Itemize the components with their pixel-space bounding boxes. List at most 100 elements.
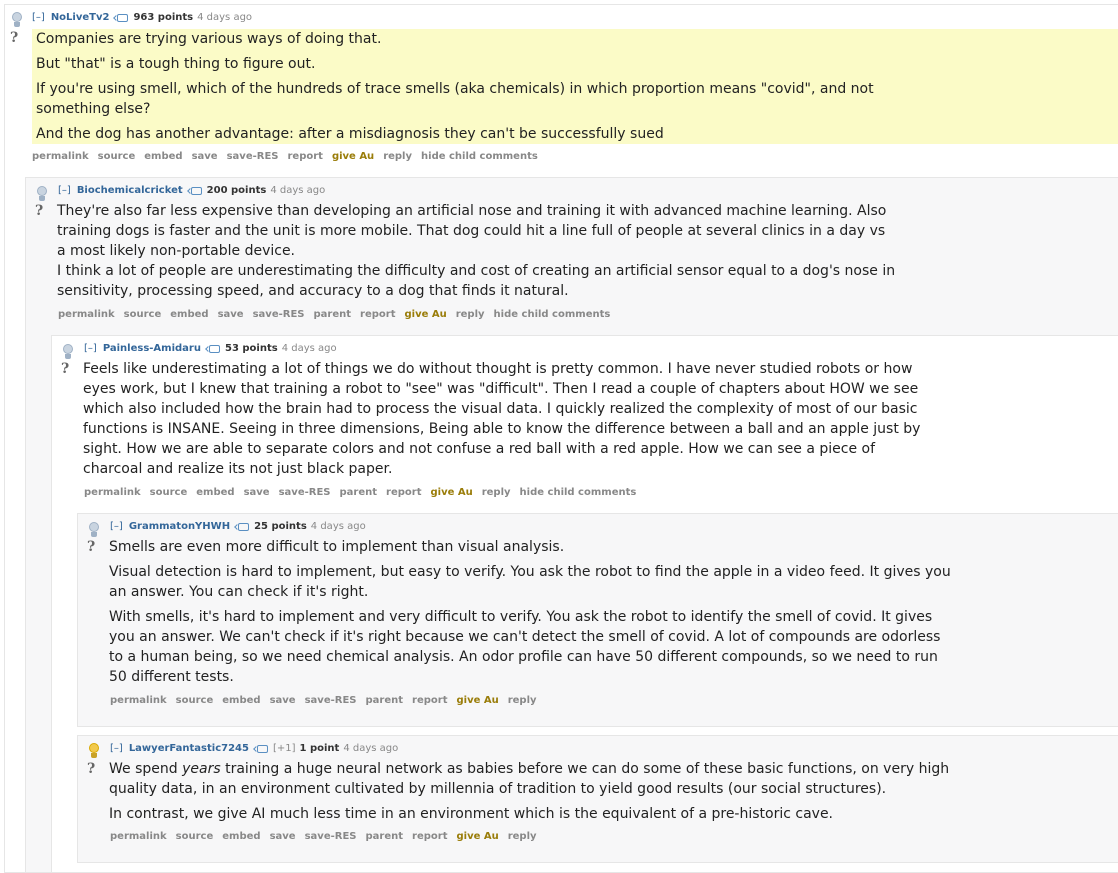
user-tag-icon[interactable]	[117, 13, 129, 22]
comment-score: 53 points	[224, 343, 278, 354]
collapse-toggle[interactable]: [–]	[58, 185, 71, 196]
parent-button[interactable]: parent	[365, 831, 403, 842]
save-res-button[interactable]: save-RES	[253, 309, 305, 320]
comment-buttons: permalink source embed save save-RES par…	[84, 487, 636, 498]
question-mark-icon[interactable]: ?	[10, 31, 18, 45]
comment-paragraph: Visual detection is hard to implement, b…	[109, 564, 951, 600]
user-tag-icon[interactable]	[256, 744, 268, 753]
comment-body: We spend years training a huge neural ne…	[109, 759, 954, 829]
embed-button[interactable]: embed	[222, 695, 260, 706]
comment-paragraph: Smells are even more difficult to implem…	[109, 539, 565, 555]
save-button[interactable]: save	[218, 309, 244, 320]
permalink-button[interactable]: permalink	[110, 695, 167, 706]
save-res-button[interactable]: save-RES	[305, 831, 357, 842]
user-tag-icon[interactable]	[238, 522, 250, 531]
user-tag-icon[interactable]	[208, 344, 220, 353]
embed-button[interactable]: embed	[196, 487, 234, 498]
comment-tagline: [–] Painless-Amidaru 53 points 4 days ag…	[84, 343, 337, 354]
save-button[interactable]: save	[192, 151, 218, 162]
comment-lawyerfantastic7245: ? [–] LawyerFantastic7245 [+1] 1 point 4…	[77, 735, 1118, 863]
comment-paragraph: And the dog has another advantage: after…	[36, 126, 664, 142]
hide-child-comments-button[interactable]: hide child comments	[520, 487, 637, 498]
collapse-toggle[interactable]: [–]	[84, 343, 97, 354]
comment-score: 25 points	[254, 521, 307, 532]
comment-paragraph: If you're using smell, which of the hund…	[36, 81, 874, 117]
report-button[interactable]: report	[386, 487, 421, 498]
comment-tagline: [–] GrammatonYHWH 25 points 4 days ago	[110, 521, 366, 532]
reply-button[interactable]: reply	[508, 695, 537, 706]
reply-button[interactable]: reply	[456, 309, 485, 320]
comment-paragraph: But "that" is a tough thing to figure ou…	[36, 56, 316, 72]
vote-weight: [+1]	[272, 743, 296, 754]
report-button[interactable]: report	[412, 695, 447, 706]
save-res-button[interactable]: save-RES	[279, 487, 331, 498]
comment-time: 4 days ago	[197, 12, 253, 23]
emphasis-text: years	[182, 761, 221, 777]
question-mark-icon[interactable]: ?	[87, 762, 95, 776]
give-award-button[interactable]: give Au	[430, 487, 472, 498]
author-link[interactable]: LawyerFantastic7245	[129, 743, 249, 754]
question-mark-icon[interactable]: ?	[87, 540, 95, 554]
comment-score: 1 point	[299, 743, 340, 754]
source-button[interactable]: source	[176, 831, 214, 842]
give-award-button[interactable]: give Au	[332, 151, 374, 162]
hide-child-comments-button[interactable]: hide child comments	[421, 151, 538, 162]
lightbulb-icon[interactable]	[88, 522, 100, 538]
give-award-button[interactable]: give Au	[456, 695, 498, 706]
comment-tagline: [–] LawyerFantastic7245 [+1] 1 point 4 d…	[110, 743, 398, 754]
author-link[interactable]: GrammatonYHWH	[129, 521, 230, 532]
parent-button[interactable]: parent	[339, 487, 377, 498]
embed-button[interactable]: embed	[222, 831, 260, 842]
parent-button[interactable]: parent	[365, 695, 403, 706]
source-button[interactable]: source	[150, 487, 188, 498]
lightbulb-icon[interactable]	[11, 12, 23, 28]
hide-child-comments-button[interactable]: hide child comments	[494, 309, 611, 320]
permalink-button[interactable]: permalink	[110, 831, 167, 842]
comment-paragraph: Feels like underestimating a lot of thin…	[83, 361, 921, 477]
embed-button[interactable]: embed	[170, 309, 208, 320]
question-mark-icon[interactable]: ?	[61, 362, 69, 376]
source-button[interactable]: source	[124, 309, 162, 320]
author-link[interactable]: NoLiveTv2	[51, 12, 110, 23]
comment-buttons: permalink source embed save save-RES par…	[110, 695, 537, 706]
source-button[interactable]: source	[98, 151, 136, 162]
save-button[interactable]: save	[270, 831, 296, 842]
save-button[interactable]: save	[270, 695, 296, 706]
author-link[interactable]: Painless-Amidaru	[103, 343, 201, 354]
reply-button[interactable]: reply	[383, 151, 412, 162]
lightbulb-icon[interactable]	[36, 186, 48, 202]
author-link[interactable]: Biochemicalcricket	[77, 185, 183, 196]
reply-button[interactable]: reply	[482, 487, 511, 498]
comment-buttons: permalink source embed save save-RES par…	[110, 831, 537, 842]
collapse-toggle[interactable]: [–]	[110, 743, 123, 754]
comment-tagline: [–] Biochemicalcricket 200 points 4 days…	[58, 185, 325, 196]
comment-tagline: [–] NoLiveTv2 963 points 4 days ago	[32, 12, 252, 23]
comment-grammatonyhwh: ? [–] GrammatonYHWH 25 points 4 days ago…	[77, 513, 1118, 727]
comment-body: Smells are even more difficult to implem…	[109, 537, 954, 692]
lightbulb-icon[interactable]	[88, 743, 100, 759]
source-button[interactable]: source	[176, 695, 214, 706]
give-award-button[interactable]: give Au	[456, 831, 498, 842]
user-tag-icon[interactable]	[190, 186, 202, 195]
report-button[interactable]: report	[412, 831, 447, 842]
save-res-button[interactable]: save-RES	[227, 151, 279, 162]
question-mark-icon[interactable]: ?	[35, 204, 43, 218]
report-button[interactable]: report	[360, 309, 395, 320]
save-res-button[interactable]: save-RES	[305, 695, 357, 706]
reply-button[interactable]: reply	[508, 831, 537, 842]
comment-score: 963 points	[133, 12, 194, 23]
permalink-button[interactable]: permalink	[32, 151, 89, 162]
comment-time: 4 days ago	[310, 521, 366, 532]
parent-button[interactable]: parent	[313, 309, 351, 320]
collapse-toggle[interactable]: [–]	[32, 12, 45, 23]
collapse-toggle[interactable]: [–]	[110, 521, 123, 532]
comment-time: 4 days ago	[281, 343, 337, 354]
report-button[interactable]: report	[287, 151, 322, 162]
give-award-button[interactable]: give Au	[404, 309, 446, 320]
comment-score: 200 points	[206, 185, 267, 196]
embed-button[interactable]: embed	[144, 151, 182, 162]
permalink-button[interactable]: permalink	[84, 487, 141, 498]
save-button[interactable]: save	[244, 487, 270, 498]
lightbulb-icon[interactable]	[62, 344, 74, 360]
permalink-button[interactable]: permalink	[58, 309, 115, 320]
